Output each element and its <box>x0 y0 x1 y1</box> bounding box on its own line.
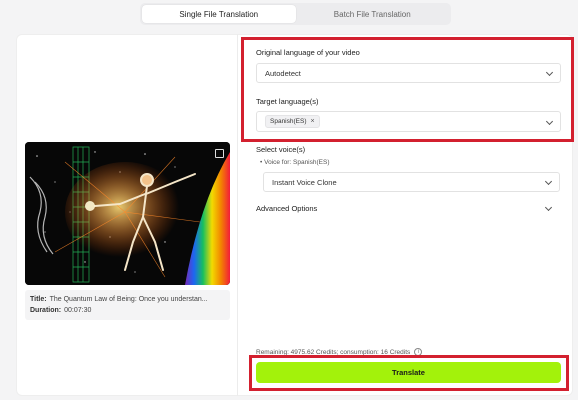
voice-for-label: Voice for: Spanish(ES) <box>264 159 330 166</box>
highlight-translate-box <box>249 355 569 391</box>
video-thumbnail-art <box>25 142 230 285</box>
tab-single-file[interactable]: Single File Translation <box>142 5 296 23</box>
expand-icon[interactable] <box>215 149 224 158</box>
duration-label: Duration: <box>30 307 62 314</box>
video-duration: 00:07:30 <box>64 307 92 314</box>
advanced-options-label[interactable]: Advanced Options <box>256 204 317 213</box>
voice-for-bullet: • Voice for: Spanish(ES) <box>260 159 330 166</box>
tab-batch-file[interactable]: Batch File Translation <box>296 5 450 23</box>
translation-mode-tabs: Single File Translation Batch File Trans… <box>140 3 451 25</box>
video-meta: Title: The Quantum Law of Being: Once you… <box>25 290 230 320</box>
video-title: The Quantum Law of Being: Once you under… <box>49 296 208 303</box>
voice-select[interactable]: Instant Voice Clone <box>263 172 560 192</box>
voice-value: Instant Voice Clone <box>272 177 337 187</box>
video-thumbnail[interactable] <box>25 142 230 285</box>
select-voice-label: Select voice(s) <box>256 145 306 154</box>
title-label: Title: <box>30 296 47 303</box>
video-preview-column: Title: The Quantum Law of Being: Once you… <box>16 34 238 396</box>
chevron-down-icon <box>544 177 553 186</box>
highlight-language-box <box>241 37 574 142</box>
